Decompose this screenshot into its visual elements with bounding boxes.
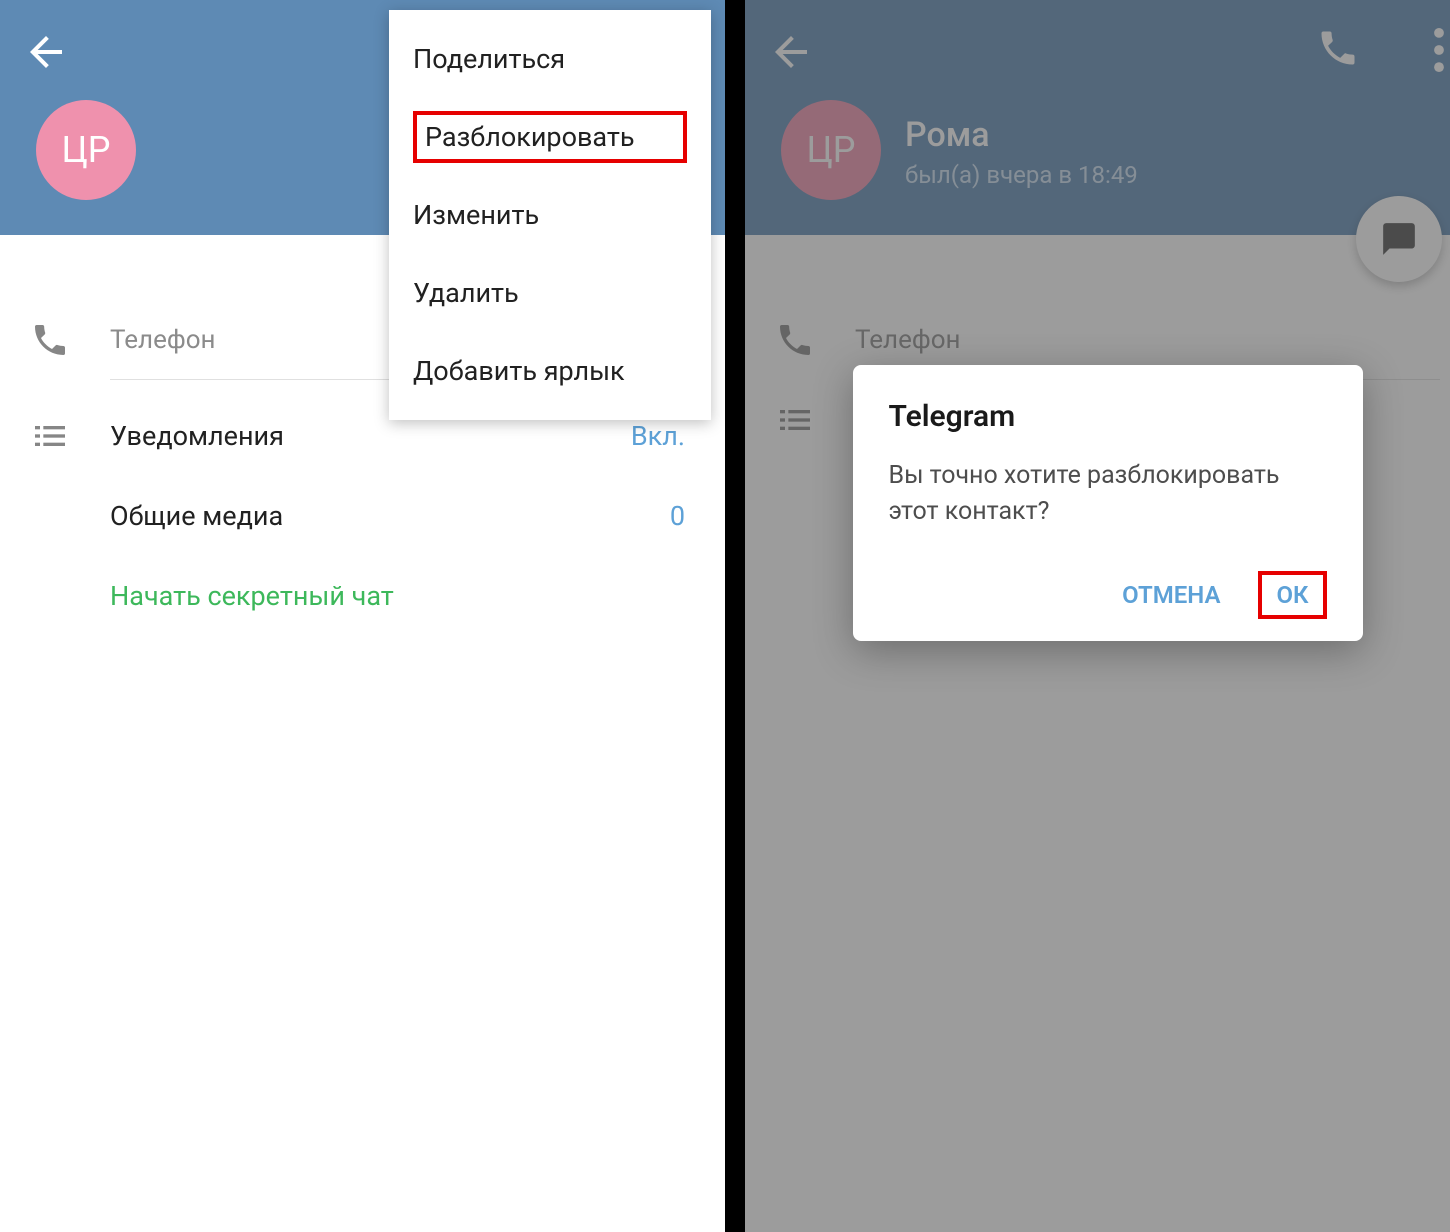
menu-item-add-shortcut[interactable]: Добавить ярлык — [389, 332, 711, 410]
shared-media-value: 0 — [670, 500, 695, 532]
row-secret-chat[interactable]: Начать секретный чат — [0, 556, 725, 636]
avatar[interactable]: ЦР — [36, 100, 136, 200]
back-button[interactable] — [22, 28, 70, 76]
notifications-label: Уведомления — [110, 420, 284, 452]
profile-screen-left: ЦР Поделиться Разблокировать Изменить Уд… — [0, 0, 725, 1232]
dialog-actions: ОТМЕНА ОК — [889, 571, 1327, 619]
secret-chat-label: Начать секретный чат — [110, 580, 394, 612]
avatar-initials: ЦР — [61, 129, 110, 171]
row-shared-media[interactable]: Общие медиа 0 — [0, 476, 725, 556]
dialog-body: Вы точно хотите разблокировать этот конт… — [889, 458, 1327, 531]
phone-icon — [30, 320, 70, 360]
confirm-dialog: Telegram Вы точно хотите разблокировать … — [853, 365, 1363, 641]
dialog-ok-button[interactable]: ОК — [1258, 571, 1326, 619]
dialog-cancel-button[interactable]: ОТМЕНА — [1114, 571, 1228, 619]
menu-item-delete[interactable]: Удалить — [389, 254, 711, 332]
list-icon — [30, 416, 70, 456]
arrow-left-icon — [22, 28, 70, 76]
notifications-value: Вкл. — [631, 420, 695, 452]
menu-item-share[interactable]: Поделиться — [389, 20, 711, 98]
dialog-title: Telegram — [889, 399, 1327, 434]
pane-divider — [725, 0, 745, 1232]
overflow-menu: Поделиться Разблокировать Изменить Удали… — [389, 10, 711, 420]
menu-item-unblock[interactable]: Разблокировать — [389, 98, 711, 176]
menu-item-edit[interactable]: Изменить — [389, 176, 711, 254]
profile-screen-right: ЦР Рома был(а) вчера в 18:49 Телефон — [745, 0, 1450, 1232]
phone-label: Телефон — [110, 325, 216, 355]
shared-media-label: Общие медиа — [110, 500, 283, 532]
